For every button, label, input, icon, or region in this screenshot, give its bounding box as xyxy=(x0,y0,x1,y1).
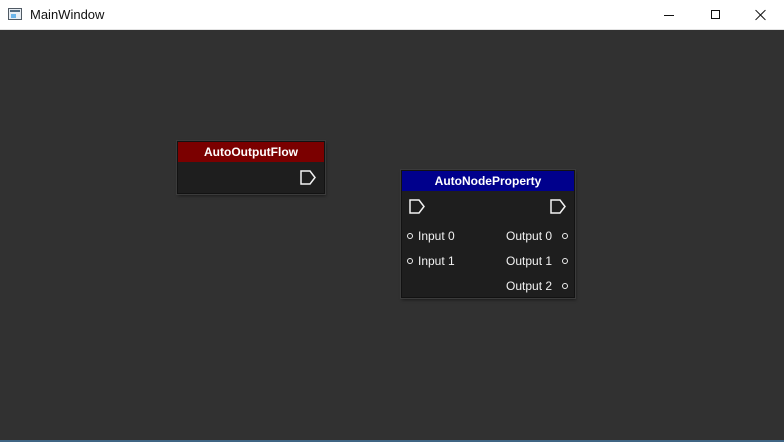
maximize-icon xyxy=(710,10,720,19)
maximize-button[interactable] xyxy=(692,0,738,29)
output-port-label: Output 2 xyxy=(506,279,553,293)
close-button[interactable] xyxy=(738,0,784,29)
auto-output-flow-node[interactable]: AutoOutputFlow xyxy=(177,141,325,194)
port-dot-icon[interactable] xyxy=(407,258,413,264)
app-window-icon xyxy=(8,8,22,20)
close-icon xyxy=(755,9,767,21)
flow-input-icon[interactable] xyxy=(408,198,426,215)
port-dot-icon[interactable] xyxy=(407,233,413,239)
node-editor-canvas[interactable] xyxy=(0,30,784,440)
input-port-0[interactable]: Input 0 xyxy=(407,229,477,243)
node-title[interactable]: AutoOutputFlow xyxy=(178,142,324,162)
input-port-label: Input 1 xyxy=(418,254,455,268)
minimize-icon xyxy=(664,14,674,16)
output-port-0[interactable]: Output 0 xyxy=(505,229,571,243)
input-port-1[interactable]: Input 1 xyxy=(407,254,477,268)
window-titlebar[interactable]: MainWindow xyxy=(0,0,784,30)
port-dot-icon[interactable] xyxy=(562,233,568,239)
minimize-button[interactable] xyxy=(646,0,692,29)
window-title: MainWindow xyxy=(30,7,105,22)
output-port-label: Output 0 xyxy=(506,229,553,243)
flow-output-icon[interactable] xyxy=(549,198,567,215)
main-window: MainWindow AutoOutputFlow AutoNodeProper… xyxy=(0,0,784,442)
node-title[interactable]: AutoNodeProperty xyxy=(402,171,574,191)
port-dot-icon[interactable] xyxy=(562,283,568,289)
output-port-2[interactable]: Output 2 xyxy=(505,279,571,293)
input-port-label: Input 0 xyxy=(418,229,455,243)
port-dot-icon[interactable] xyxy=(562,258,568,264)
output-port-1[interactable]: Output 1 xyxy=(505,254,571,268)
auto-node-property-node[interactable]: AutoNodeProperty Input 0 Input 1 Output … xyxy=(401,170,575,298)
flow-output-icon[interactable] xyxy=(299,169,317,186)
output-port-label: Output 1 xyxy=(506,254,553,268)
